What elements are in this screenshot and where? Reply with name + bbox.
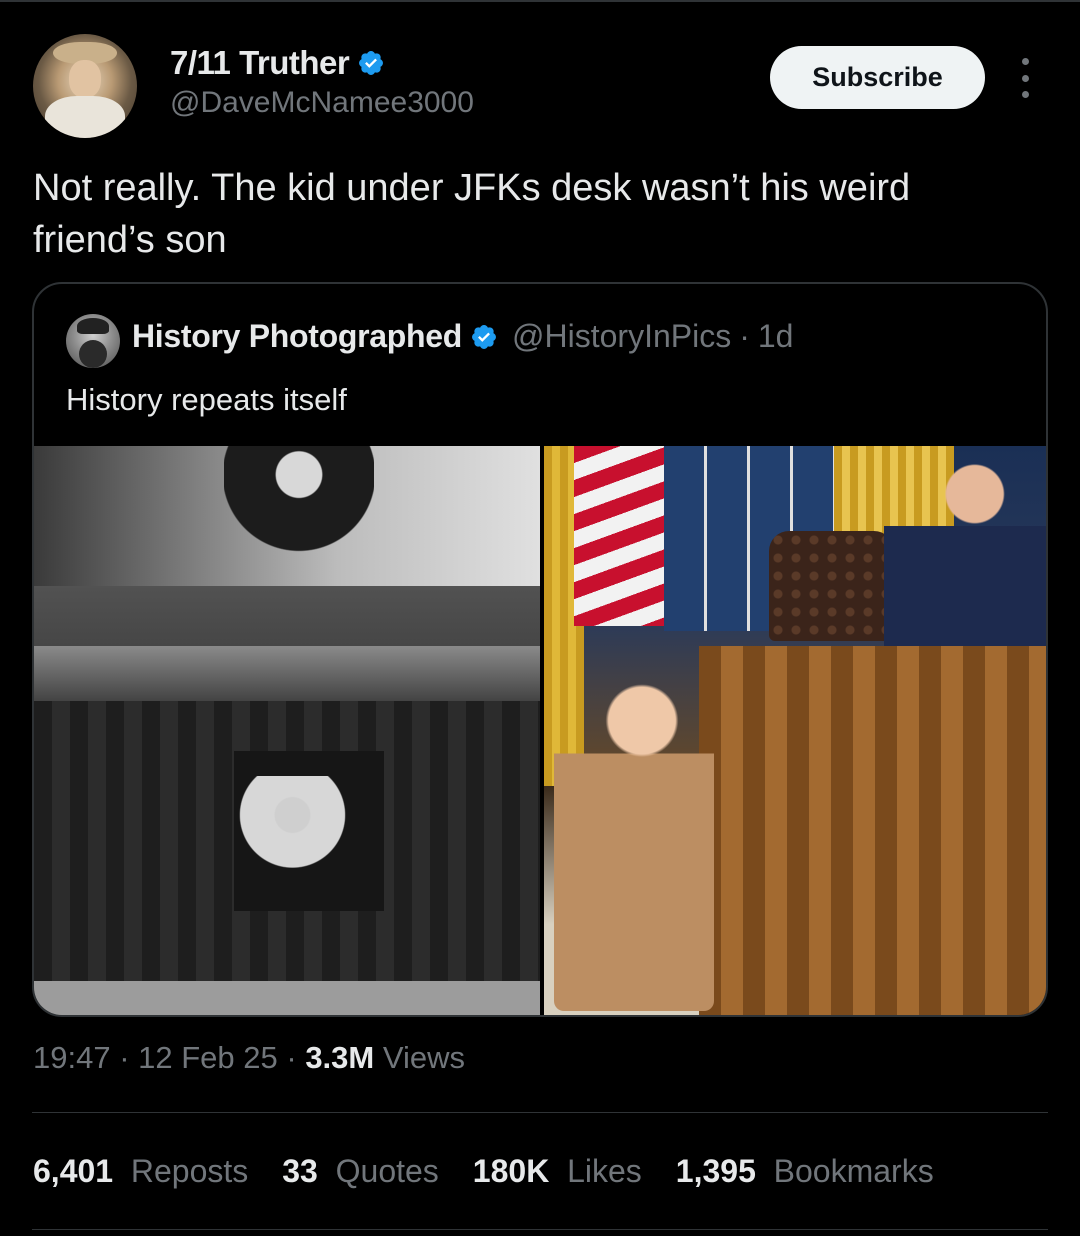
photo-desk-top bbox=[34, 646, 540, 706]
views-count: 3.3M bbox=[305, 1040, 375, 1075]
photo-jfk-desk[interactable] bbox=[34, 446, 540, 1015]
more-dot bbox=[1021, 58, 1029, 65]
engagement-stats: 6,401 Reposts 33 Quotes 180K Likes 1,395… bbox=[33, 1153, 934, 1190]
quoted-tweet[interactable]: History Photographed @HistoryInPics · 1d… bbox=[32, 282, 1048, 1017]
author-handle[interactable]: @DaveMcNamee3000 bbox=[170, 86, 474, 120]
more-options-icon[interactable] bbox=[1010, 58, 1040, 98]
divider bbox=[32, 1229, 1048, 1230]
tweet-time[interactable]: 19:47 bbox=[33, 1040, 111, 1076]
quoted-separator: · bbox=[739, 318, 750, 354]
avatar-hair bbox=[77, 318, 109, 334]
tweet-date[interactable]: 12 Feb 25 bbox=[138, 1040, 278, 1076]
quoted-age[interactable]: 1d bbox=[758, 318, 794, 355]
stat-count: 1,395 bbox=[675, 1153, 765, 1189]
more-dot bbox=[1021, 74, 1029, 82]
tweet-text: Not really. The kid under JFKs desk wasn… bbox=[33, 167, 911, 261]
divider bbox=[32, 1112, 1048, 1113]
more-dot bbox=[1021, 91, 1029, 98]
photo-chair bbox=[769, 531, 894, 641]
stat-likes[interactable]: 180K Likes bbox=[473, 1153, 642, 1190]
tweet-meta: 19:47 · 12 Feb 25 · 3.3M Views bbox=[33, 1040, 465, 1076]
stat-bookmarks[interactable]: 1,395 Bookmarks bbox=[676, 1153, 934, 1190]
stat-reposts[interactable]: 6,401 Reposts bbox=[33, 1153, 248, 1190]
stat-label: Bookmarks bbox=[773, 1153, 934, 1189]
meta-separator: · bbox=[110, 1040, 139, 1075]
views-label: Views bbox=[374, 1040, 465, 1075]
photo-child-by-desk bbox=[554, 681, 714, 1011]
stat-label: Quotes bbox=[335, 1153, 439, 1189]
quoted-header: History Photographed @HistoryInPics · 1d bbox=[132, 318, 793, 355]
verified-badge-icon bbox=[472, 324, 496, 349]
photo-man-at-desk bbox=[224, 446, 374, 576]
stat-count: 33 bbox=[282, 1153, 327, 1189]
author-avatar[interactable] bbox=[33, 34, 137, 138]
photo-flag bbox=[574, 446, 664, 626]
subscribe-button[interactable]: Subscribe bbox=[770, 46, 985, 109]
avatar-shirt bbox=[45, 96, 125, 138]
quoted-handle[interactable]: @HistoryInPics bbox=[512, 318, 731, 355]
stat-count: 6,401 bbox=[33, 1153, 122, 1189]
photo-floor bbox=[34, 981, 540, 1015]
meta-separator: · bbox=[277, 1040, 306, 1075]
photo-resolute-desk bbox=[699, 646, 1046, 1015]
author-display-name[interactable]: 7/11 Truther bbox=[170, 44, 350, 82]
quoted-display-name[interactable]: History Photographed bbox=[132, 318, 462, 355]
photo-man-at-desk bbox=[884, 446, 1046, 646]
quoted-text: History repeats itself bbox=[66, 382, 347, 417]
author-name-row[interactable]: 7/11 Truther bbox=[170, 44, 385, 82]
top-divider bbox=[0, 0, 1080, 2]
stat-label: Reposts bbox=[130, 1153, 249, 1189]
stat-quotes[interactable]: 33 Quotes bbox=[282, 1153, 439, 1190]
avatar-face bbox=[69, 60, 101, 98]
photo-child-under-desk bbox=[234, 776, 364, 906]
quoted-author-avatar[interactable] bbox=[66, 314, 120, 368]
avatar-beard bbox=[79, 340, 107, 368]
stat-count: 180K bbox=[472, 1153, 559, 1189]
stat-label: Likes bbox=[567, 1153, 642, 1189]
verified-badge-icon bbox=[359, 51, 384, 75]
photo-oval-office-desk[interactable] bbox=[544, 446, 1046, 1015]
